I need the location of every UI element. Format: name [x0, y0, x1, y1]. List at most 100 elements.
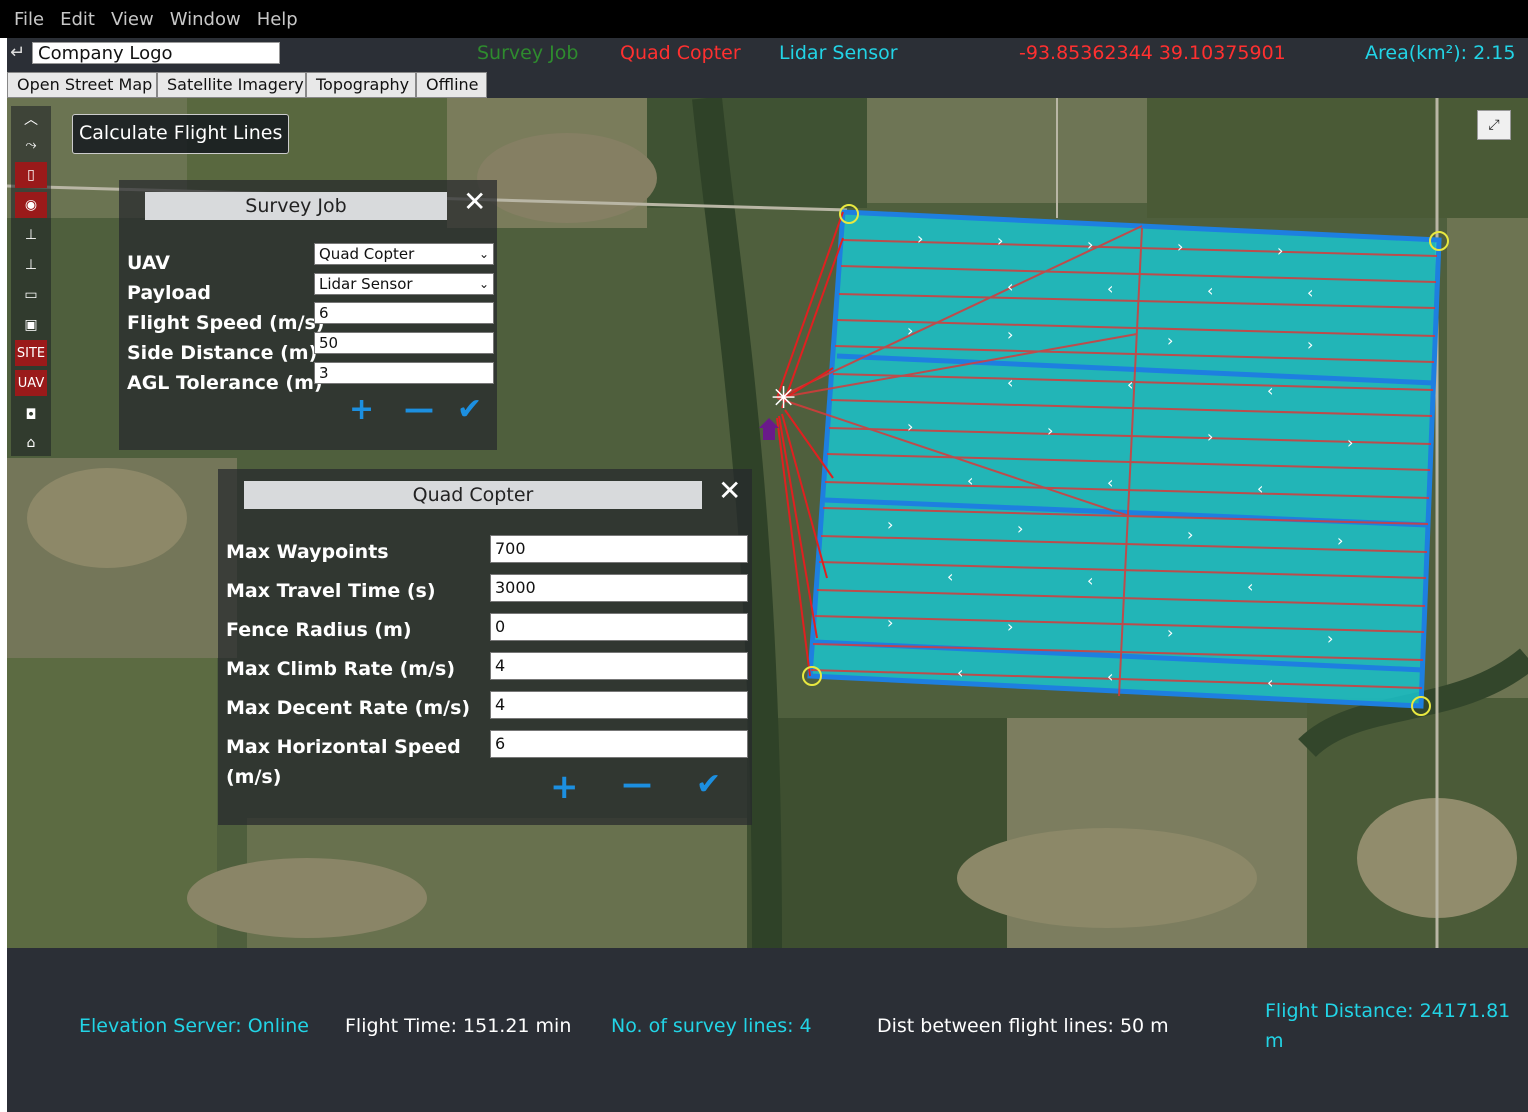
max-horizontal-speed-unit: (m/s): [226, 766, 282, 788]
tab-topography[interactable]: Topography: [306, 72, 416, 98]
svg-text:‹: ‹: [957, 663, 963, 682]
add-icon[interactable]: +: [349, 392, 374, 427]
map-toolbar: ︿ ⤳ ▯ ◉ ⊥ ⊥ ▭ ▣ SITE UAV ◘ ⌂: [11, 106, 51, 456]
remove-icon[interactable]: —: [404, 392, 434, 427]
max-travel-time-field[interactable]: 3000: [490, 574, 748, 602]
svg-text:‹: ‹: [1007, 373, 1013, 392]
uav-select-value: Quad Copter: [319, 245, 415, 263]
payload-select-value: Lidar Sensor: [319, 275, 413, 293]
svg-text:‹: ‹: [1007, 277, 1013, 296]
svg-text:›: ›: [997, 231, 1003, 250]
confirm-icon[interactable]: ✔: [457, 392, 482, 427]
menu-help[interactable]: Help: [257, 9, 298, 30]
status-bar: Elevation Server: Online Flight Time: 15…: [7, 948, 1528, 1112]
site-button[interactable]: SITE: [15, 340, 47, 366]
calculate-flight-lines-button[interactable]: Calculate Flight Lines: [72, 114, 290, 154]
flight-distance-unit: m: [1265, 1030, 1284, 1052]
flight-speed-field[interactable]: 6: [314, 302, 494, 324]
svg-text:›: ›: [1337, 531, 1343, 550]
svg-text:›: ›: [887, 515, 893, 534]
camera-icon[interactable]: ◘: [15, 402, 47, 428]
tab-satellite-imagery[interactable]: Satellite Imagery: [157, 72, 306, 98]
max-decent-rate-field[interactable]: 4: [490, 691, 748, 719]
svg-text:‹: ‹: [1267, 673, 1273, 692]
svg-text:‹: ‹: [1307, 283, 1313, 302]
header-uav: Quad Copter: [620, 42, 741, 64]
menu-bar: File Edit View Window Help: [0, 0, 1528, 38]
payload-select[interactable]: Lidar Sensor ⌄: [314, 273, 494, 295]
close-icon[interactable]: ✕: [718, 477, 741, 505]
uav-select[interactable]: Quad Copter ⌄: [314, 243, 494, 265]
menu-window[interactable]: Window: [170, 9, 241, 30]
svg-text:›: ›: [1007, 617, 1013, 636]
svg-text:‹: ‹: [1127, 375, 1133, 394]
svg-text:‹: ‹: [1087, 571, 1093, 590]
svg-text:›: ›: [1017, 519, 1023, 538]
remove-icon[interactable]: —: [622, 767, 652, 802]
fullscreen-icon[interactable]: ⤢: [1477, 110, 1511, 140]
max-waypoints-label: Max Waypoints: [226, 541, 389, 563]
max-climb-rate-label: Max Climb Rate (m/s): [226, 658, 456, 680]
tab-open-street-map[interactable]: Open Street Map: [7, 72, 157, 98]
map-tabs: Open Street Map Satellite Imagery Topogr…: [7, 70, 1528, 98]
uav-label: UAV: [127, 252, 170, 274]
flight-speed-label: Flight Speed (m/s): [127, 312, 325, 334]
line-spacing: Dist between flight lines: 50 m: [877, 1015, 1169, 1037]
header-job: Survey Job: [477, 42, 579, 64]
svg-text:›: ›: [1307, 335, 1313, 354]
drone-payload-icon[interactable]: ⊥: [15, 252, 47, 278]
header-sensor: Lidar Sensor: [779, 42, 898, 64]
elevation-server-status: Elevation Server: Online: [79, 1015, 309, 1037]
max-horizontal-speed-field[interactable]: 6: [490, 730, 748, 758]
add-icon[interactable]: +: [550, 767, 579, 807]
side-distance-field[interactable]: 50: [314, 332, 494, 354]
svg-text:›: ›: [1167, 331, 1173, 350]
back-arrow-icon[interactable]: ↵: [10, 42, 25, 63]
collapse-up-icon[interactable]: ︿: [15, 106, 47, 132]
svg-text:‹: ‹: [1107, 667, 1113, 686]
svg-text:›: ›: [1187, 525, 1193, 544]
location-pin-icon[interactable]: ◉: [15, 192, 47, 218]
max-climb-rate-field[interactable]: 4: [490, 652, 748, 680]
map-view[interactable]: › › › › › ‹ ‹ ‹ ‹ › › › › ‹ ‹ ‹ › › › › ‹ ‹ ‹ › › › › ‹ ‹ ‹ › ›…: [7, 98, 1528, 948]
header-coordinates: -93.85362344 39.10375901: [1019, 42, 1286, 64]
svg-text:›: ›: [1007, 325, 1013, 344]
route-icon[interactable]: ⤳: [15, 132, 47, 158]
confirm-icon[interactable]: ✔: [696, 767, 721, 802]
map-icon[interactable]: ▯: [15, 162, 47, 188]
menu-view[interactable]: View: [111, 9, 154, 30]
launch-marker[interactable]: ✳: [759, 381, 796, 440]
chevron-down-icon: ⌄: [478, 247, 489, 261]
close-icon[interactable]: ✕: [463, 188, 486, 216]
drone-icon[interactable]: ⊥: [15, 222, 47, 248]
svg-text:‹: ‹: [1257, 479, 1263, 498]
svg-text:›: ›: [1277, 241, 1283, 260]
home-icon[interactable]: ⌂: [15, 430, 47, 456]
header-bar: ↵ Company Logo Survey Job Quad Copter Li…: [7, 38, 1528, 70]
uav-button[interactable]: UAV: [15, 370, 47, 396]
folder-icon[interactable]: ▭: [15, 282, 47, 308]
menu-file[interactable]: File: [14, 9, 44, 30]
menu-edit[interactable]: Edit: [60, 9, 95, 30]
agl-tolerance-field[interactable]: 3: [314, 362, 494, 384]
svg-text:›: ›: [1087, 235, 1093, 254]
agl-tolerance-label: AGL Tolerance (m): [127, 372, 323, 394]
quad-copter-panel: ✎ Quad Copter ✕ Max Waypoints 700 Max Tr…: [218, 469, 752, 825]
save-icon[interactable]: ▣: [15, 312, 47, 338]
svg-text:‹: ‹: [1107, 473, 1113, 492]
svg-text:✳: ✳: [771, 381, 796, 416]
survey-job-panel: ✎ Survey Job ✕ UAV Quad Copter⌄ Payload …: [119, 180, 497, 450]
company-logo-field[interactable]: Company Logo: [32, 42, 280, 64]
svg-text:›: ›: [887, 613, 893, 632]
svg-text:›: ›: [1167, 623, 1173, 642]
fence-radius-field[interactable]: 0: [490, 613, 748, 641]
max-travel-time-label: Max Travel Time (s): [226, 580, 436, 602]
svg-text:›: ›: [907, 417, 913, 436]
tab-offline[interactable]: Offline: [416, 72, 487, 98]
max-waypoints-field[interactable]: 700: [490, 535, 748, 563]
svg-text:›: ›: [1347, 433, 1353, 452]
svg-text:›: ›: [907, 321, 913, 340]
survey-job-title: Survey Job: [145, 192, 447, 220]
max-decent-rate-label: Max Decent Rate (m/s): [226, 697, 471, 719]
svg-text:‹: ‹: [947, 567, 953, 586]
